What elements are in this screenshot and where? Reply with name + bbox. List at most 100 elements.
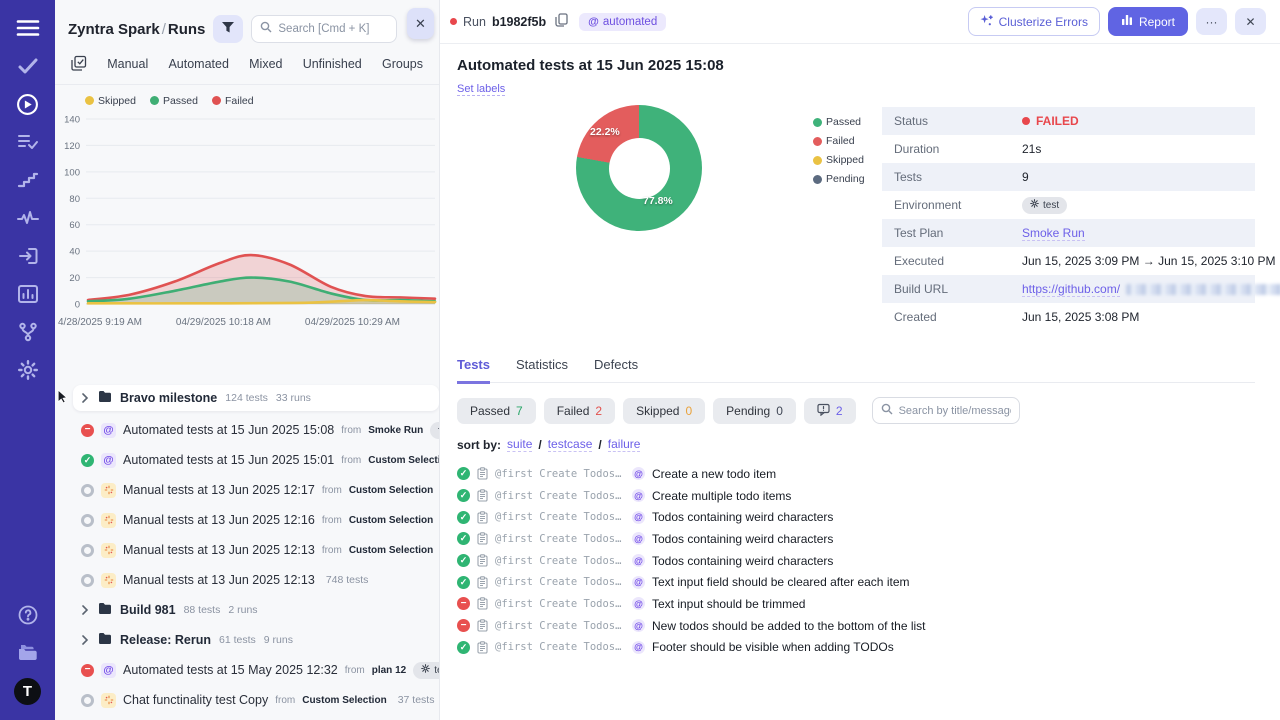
- failed-status-icon: [457, 597, 470, 610]
- filter-skipped[interactable]: Skipped0: [623, 398, 705, 424]
- report-button[interactable]: Report: [1108, 7, 1188, 36]
- more-actions-button[interactable]: ···: [1196, 8, 1227, 35]
- manual-run-icon: [101, 573, 116, 588]
- test-title[interactable]: Create multiple todo items: [652, 489, 791, 503]
- passed-status-icon: [457, 641, 470, 654]
- run-row[interactable]: Manual tests at 13 Jun 2025 12:17 from C…: [55, 475, 439, 505]
- runs-play-icon[interactable]: [8, 85, 48, 123]
- import-icon[interactable]: [8, 237, 48, 275]
- chevron-right-icon[interactable]: [81, 635, 90, 645]
- help-icon[interactable]: [8, 596, 48, 634]
- tab-defects[interactable]: Defects: [594, 357, 638, 382]
- tab-automated[interactable]: Automated: [168, 57, 228, 71]
- test-title[interactable]: Text input should be trimmed: [652, 597, 805, 611]
- test-row[interactable]: @first Create Todos… New todos should be …: [457, 615, 1255, 637]
- chevron-right-icon[interactable]: [81, 605, 90, 615]
- tests-check-icon[interactable]: [8, 47, 48, 85]
- run-row[interactable]: Automated tests at 15 May 2025 12:32 fro…: [55, 655, 439, 685]
- chevron-right-icon[interactable]: [81, 393, 90, 403]
- settings-gear-icon[interactable]: [8, 351, 48, 389]
- branches-icon[interactable]: [8, 313, 48, 351]
- run-row[interactable]: Automated tests at 15 Jun 2025 15:08 fro…: [55, 415, 439, 445]
- test-row[interactable]: @first Create Todos…Todos containing wei…: [457, 550, 1255, 572]
- test-title[interactable]: Todos containing weird characters: [652, 510, 833, 524]
- analytics-pulse-icon[interactable]: [8, 199, 48, 237]
- filter-button[interactable]: [213, 15, 243, 43]
- folder-row[interactable]: Build 981 88 tests 2 runs: [55, 595, 439, 625]
- panel-close-button[interactable]: ✕: [407, 8, 434, 39]
- menu-icon[interactable]: [8, 9, 48, 47]
- run-detail-content: Automated tests at 15 Jun 2025 15:08 Set…: [440, 44, 1280, 720]
- select-all-icon[interactable]: [70, 55, 87, 72]
- tab-manual[interactable]: Manual: [107, 57, 148, 71]
- run-row[interactable]: Automated tests at 15 Jun 2025 15:01 fro…: [55, 445, 439, 475]
- legend-passed: Passed: [150, 95, 198, 107]
- filter-failed[interactable]: Failed2: [544, 398, 615, 424]
- tab-tests[interactable]: Tests: [457, 357, 490, 384]
- sort-by-failure[interactable]: failure: [608, 437, 641, 452]
- test-title[interactable]: New todos should be added to the bottom …: [652, 619, 926, 633]
- filter-pending[interactable]: Pending0: [713, 398, 796, 424]
- filter-passed[interactable]: Passed7: [457, 398, 536, 424]
- run-source[interactable]: Custom Selection: [349, 545, 433, 556]
- x-tick-1: 4/28/2025 9:19 AM: [58, 317, 142, 328]
- test-plan-link[interactable]: Smoke Run: [1022, 226, 1085, 241]
- sort-by-suite[interactable]: suite: [507, 437, 532, 452]
- breadcrumb-project[interactable]: Zyntra Spark: [68, 21, 160, 38]
- tab-unfinished[interactable]: Unfinished: [303, 57, 362, 71]
- test-title[interactable]: Create a new todo item: [652, 467, 776, 481]
- run-title: Manual tests at 13 Jun 2025 12:13: [123, 573, 315, 587]
- test-title[interactable]: Todos containing weird characters: [652, 532, 833, 546]
- run-source[interactable]: Custom Selection: [349, 515, 433, 526]
- milestone-runs-count: 33 runs: [276, 392, 311, 404]
- tab-statistics[interactable]: Statistics: [516, 357, 568, 382]
- ellipsis-icon: ···: [1206, 15, 1218, 29]
- test-row[interactable]: @first Create Todos…Create multiple todo…: [457, 485, 1255, 507]
- run-row[interactable]: Manual tests at 13 Jun 2025 12:13 from C…: [55, 535, 439, 565]
- test-title[interactable]: Text input field should be cleared after…: [652, 575, 909, 589]
- run-source[interactable]: Custom Selection: [349, 485, 433, 496]
- test-row[interactable]: @first Create Todos…Create a new todo it…: [457, 463, 1255, 485]
- run-source[interactable]: plan 12: [372, 665, 406, 676]
- test-row[interactable]: @first Create Todos…Todos containing wei…: [457, 528, 1255, 550]
- run-source[interactable]: Custom Selection: [368, 455, 439, 466]
- milestones-steps-icon[interactable]: [8, 161, 48, 199]
- tab-mixed[interactable]: Mixed: [249, 57, 282, 71]
- test-row[interactable]: @first Create Todos…Text input field sho…: [457, 571, 1255, 593]
- breadcrumb-section: Runs: [168, 21, 206, 38]
- app-logo[interactable]: T: [8, 672, 48, 710]
- automated-badge[interactable]: automated: [579, 13, 666, 31]
- test-row[interactable]: @first Create Todos…Text input should be…: [457, 593, 1255, 615]
- close-run-button[interactable]: ✕: [1235, 8, 1266, 35]
- test-plans-list-icon[interactable]: [8, 123, 48, 161]
- run-source[interactable]: Custom Selection: [302, 695, 386, 706]
- milestone-row-bravo[interactable]: Bravo milestone 124 tests 33 runs: [73, 385, 439, 411]
- run-row[interactable]: Manual tests at 13 Jun 2025 12:13 748 te…: [55, 565, 439, 595]
- passed-dot: [150, 96, 159, 105]
- detail-row-executed: Executed Jun 15, 2025 3:09 PM → Jun 15, …: [882, 247, 1255, 275]
- test-title[interactable]: Footer should be visible when adding TOD…: [652, 640, 894, 654]
- reports-bar-chart-icon[interactable]: [8, 275, 48, 313]
- test-title[interactable]: Todos containing weird characters: [652, 554, 833, 568]
- tests-search-input[interactable]: [899, 405, 1011, 417]
- clusterize-errors-button[interactable]: Clusterize Errors: [968, 7, 1100, 36]
- tests-search[interactable]: [872, 397, 1020, 424]
- copy-run-id-button[interactable]: [552, 11, 571, 32]
- folder-row[interactable]: Release: Rerun 61 tests 9 runs: [55, 625, 439, 655]
- run-row[interactable]: Chat functinality test Copy from Custom …: [55, 685, 439, 715]
- build-url-link[interactable]: https://github.com/: [1022, 282, 1120, 297]
- sort-by-testcase[interactable]: testcase: [548, 437, 593, 452]
- run-row[interactable]: Manual tests at 13 Jun 2025 12:16 from C…: [55, 505, 439, 535]
- runs-search-input[interactable]: [278, 23, 388, 35]
- passed-status-icon: [457, 511, 470, 524]
- tab-groups[interactable]: Groups: [382, 57, 423, 71]
- test-row[interactable]: @first Create Todos…Footer should be vis…: [457, 637, 1255, 659]
- trend-legend: Skipped Passed Failed: [85, 95, 254, 107]
- projects-folders-icon[interactable]: [8, 634, 48, 672]
- test-suite: @first Create Todos…: [495, 620, 625, 632]
- set-labels-link[interactable]: Set labels: [457, 83, 505, 96]
- test-row[interactable]: @first Create Todos…Todos containing wei…: [457, 506, 1255, 528]
- filter-comments[interactable]: 2: [804, 398, 856, 424]
- runs-search[interactable]: [251, 15, 397, 43]
- run-source[interactable]: Smoke Run: [368, 425, 423, 436]
